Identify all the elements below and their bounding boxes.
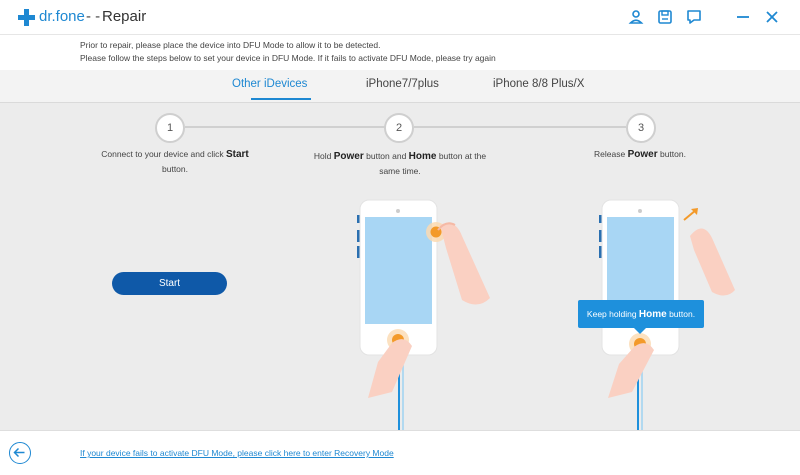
arrow-left-icon [13, 447, 25, 458]
tooltip-bold-home: Home [638, 309, 667, 320]
back-button[interactable] [9, 442, 31, 464]
phone-step2-illustration [357, 199, 490, 430]
dfu-illustrations [357, 199, 735, 430]
keep-holding-tooltip: Keep holding Home button. [578, 300, 704, 334]
tooltip-text-post: button. [666, 309, 696, 319]
recovery-mode-link[interactable]: If your device fails to activate DFU Mod… [80, 448, 394, 458]
footer-bar: If your device fails to activate DFU Mod… [0, 430, 800, 475]
tooltip-text-pre: Keep holding [586, 309, 639, 319]
